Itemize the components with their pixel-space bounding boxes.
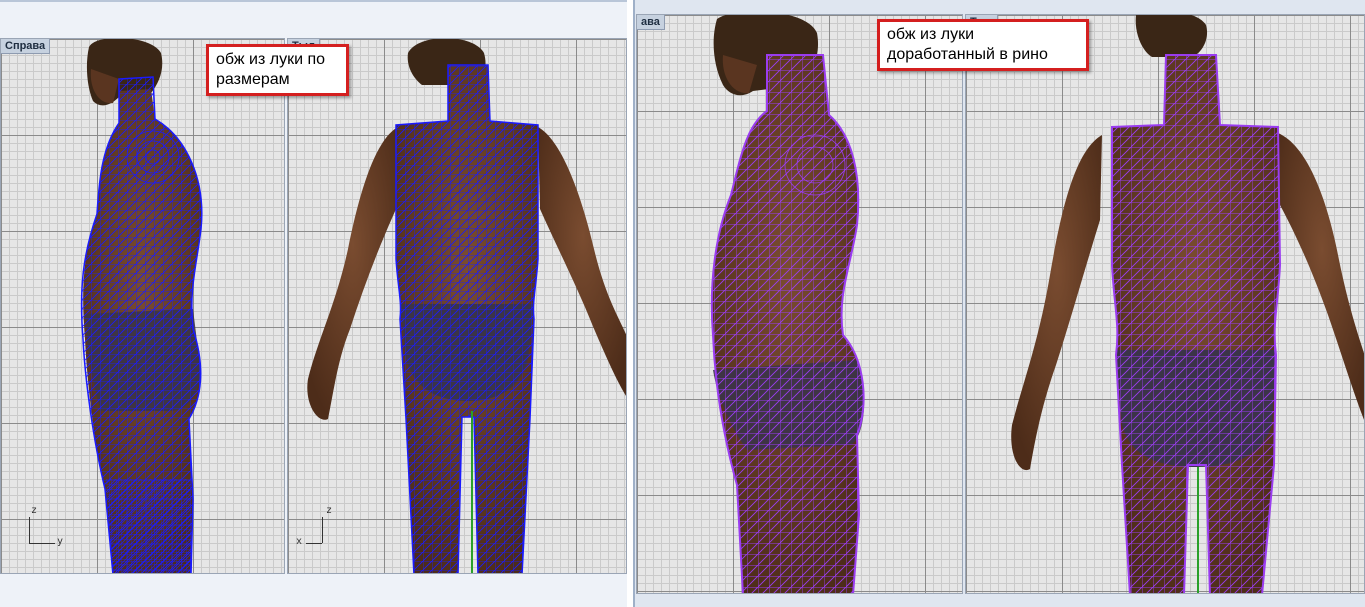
back-figure [307,39,626,573]
arm-right-back-2 [1278,133,1364,420]
callout-left-line-2: размерам [216,71,290,88]
right-screenshot-panel: ава Тыл обж из луки доработанный в рино [633,0,1365,607]
arm-right-back [538,127,626,396]
wire-mesh-side-2 [710,54,865,593]
head-back-2 [1135,15,1207,57]
back-figure-2 [1011,15,1364,593]
callout-left: обж из луки по размерам [206,44,349,96]
left-screenshot-panel: Справа z y Тыл [0,0,627,607]
viewport-right-view[interactable]: Справа z y [0,38,285,574]
green-axis-line [471,411,473,573]
arm-left-back-2 [1011,135,1102,471]
arm-left-back [307,127,398,420]
wire-mesh-back [395,64,539,573]
side-figure [80,39,203,573]
callout-right: обж из луки доработанный в рино [877,19,1089,71]
callout-left-line-1: обж из луки по [216,51,326,68]
viewport-right-view-2[interactable]: ава [636,14,963,594]
callout-right-line-1: обж из луки [887,26,975,43]
viewport-back-view-2[interactable]: Тыл [965,14,1365,594]
green-axis-line-2 [1197,467,1199,593]
wire-mesh-back-2 [1111,54,1282,593]
viewport-back-view[interactable]: Тыл z x [287,38,627,574]
side-figure-2 [710,15,865,593]
callout-right-line-2: доработанный в рино [887,46,1048,63]
